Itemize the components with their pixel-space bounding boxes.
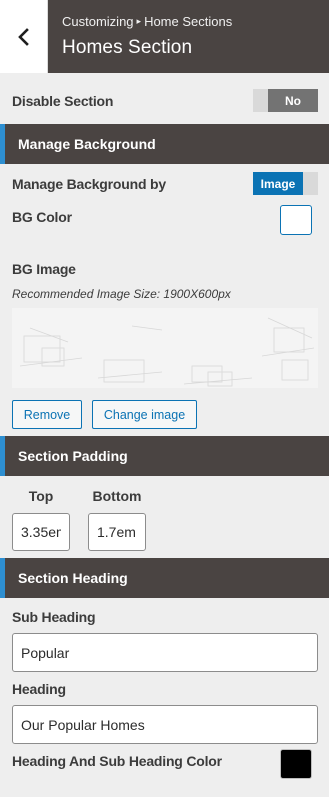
header-text: Customizing ▸ Home Sections Homes Sectio… xyxy=(48,0,232,73)
bg-color-label: BG Color xyxy=(12,209,72,225)
chevron-left-icon xyxy=(17,27,29,46)
padding-top-input[interactable] xyxy=(12,513,70,551)
section-header-section-padding[interactable]: Section Padding xyxy=(0,436,329,476)
section-accent xyxy=(0,436,5,476)
blueprint-sketch-image xyxy=(19,317,315,387)
disable-section-toggle[interactable]: No xyxy=(253,89,318,112)
disable-section-toggle-value: No xyxy=(268,89,318,112)
padding-bottom-input[interactable] xyxy=(88,513,146,551)
page-title: Homes Section xyxy=(62,37,193,58)
manage-background-by-value: Image xyxy=(253,172,303,195)
section-accent xyxy=(0,124,5,164)
manage-background-by-label: Manage Background by xyxy=(12,176,166,192)
manage-background-by-toggle[interactable]: Image xyxy=(253,172,318,195)
sub-heading-input[interactable] xyxy=(12,633,318,672)
bg-image-label: BG Image xyxy=(12,261,76,277)
breadcrumb: Customizing ▸ Home Sections xyxy=(62,14,232,29)
sub-heading-label: Sub Heading xyxy=(12,609,96,625)
panel-header: Customizing ▸ Home Sections Homes Sectio… xyxy=(0,0,329,73)
padding-bottom-label: Bottom xyxy=(92,488,142,504)
remove-image-button[interactable]: Remove xyxy=(12,400,82,429)
section-title: Manage Background xyxy=(18,136,156,152)
change-image-button[interactable]: Change image xyxy=(92,400,197,429)
section-accent xyxy=(0,558,5,598)
bg-image-preview[interactable] xyxy=(12,308,318,388)
back-button[interactable] xyxy=(0,0,48,73)
breadcrumb-leaf: Home Sections xyxy=(144,14,233,29)
heading-color-label: Heading And Sub Heading Color xyxy=(12,753,222,769)
heading-label: Heading xyxy=(12,681,66,697)
heading-color-swatch[interactable] xyxy=(280,749,312,779)
breadcrumb-separator-icon: ▸ xyxy=(136,16,142,26)
image-size-hint: Recommended Image Size: 1900X600px xyxy=(12,287,231,301)
breadcrumb-root: Customizing xyxy=(62,14,134,29)
disable-section-label: Disable Section xyxy=(12,93,114,109)
heading-input[interactable] xyxy=(12,705,318,744)
section-title: Section Padding xyxy=(18,448,128,464)
padding-top-label: Top xyxy=(28,488,54,504)
section-title: Section Heading xyxy=(18,570,128,586)
section-header-section-heading[interactable]: Section Heading xyxy=(0,558,329,598)
section-header-manage-background[interactable]: Manage Background xyxy=(0,124,329,164)
bg-color-swatch[interactable] xyxy=(280,205,312,235)
